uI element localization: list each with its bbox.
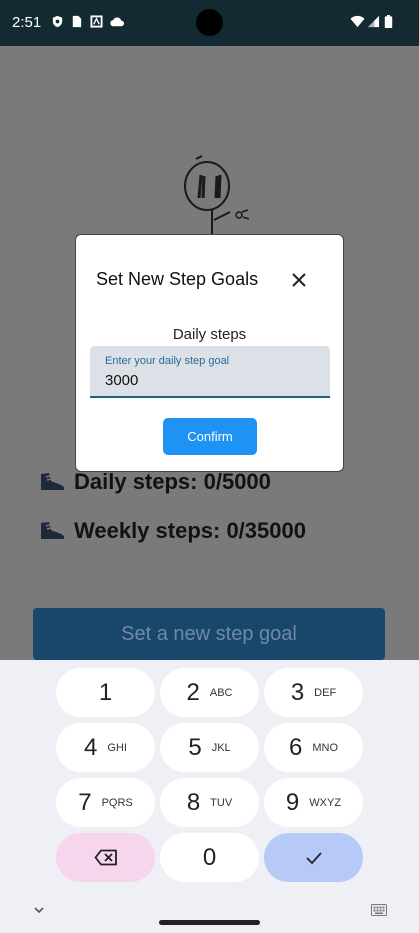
close-icon xyxy=(292,273,306,287)
shoe-icon xyxy=(41,473,64,490)
close-button[interactable] xyxy=(288,269,310,291)
key-4[interactable]: 4 GHI xyxy=(56,723,155,772)
backspace-icon xyxy=(94,849,117,866)
nfc-icon xyxy=(90,15,103,28)
numeric-keyboard: 1 2 ABC 3 DEF 4 GHI 5 JKL 6 MNO 7 PQRS 8 TUV 9W… xyxy=(0,660,419,933)
daily-step-goal-field[interactable]: Enter your daily step goal 3000 xyxy=(90,346,330,398)
key-2[interactable]: 2 ABC xyxy=(160,668,259,717)
daily-steps-text: Daily steps: 0/5000 xyxy=(74,469,271,494)
key-9[interactable]: 9 WXYZ xyxy=(264,778,363,827)
field-label: Enter your daily step goal xyxy=(105,355,230,367)
shield-icon xyxy=(52,15,63,28)
battery-icon xyxy=(384,15,393,28)
shoe-icon xyxy=(41,522,64,539)
gesture-handle xyxy=(159,920,260,925)
keyboard-icon[interactable] xyxy=(371,904,387,916)
status-bar: 2:51 xyxy=(0,0,419,46)
weekly-steps-row: Weekly steps: 0/35000 xyxy=(38,518,306,544)
camera-cutout xyxy=(196,9,223,36)
daily-steps-row: Daily steps: 0/5000 xyxy=(38,469,271,495)
sim-card-icon xyxy=(72,15,82,28)
status-time: 2:51 xyxy=(12,14,42,31)
weekly-steps-text: Weekly steps: 0/35000 xyxy=(74,518,306,543)
signal-icon xyxy=(367,15,380,28)
backspace-key[interactable] xyxy=(56,833,155,882)
key-3[interactable]: 3 DEF xyxy=(264,668,363,717)
key-0[interactable]: 0 xyxy=(160,833,259,882)
wifi-icon xyxy=(350,15,365,28)
set-step-goal-button[interactable]: Set a new step goal xyxy=(33,608,385,660)
confirm-button[interactable]: Confirm xyxy=(163,418,257,455)
dialog-title: Set New Step Goals xyxy=(96,269,259,289)
stick-figure-illustration xyxy=(184,155,250,234)
check-icon xyxy=(305,851,322,864)
key-6[interactable]: 6 MNO xyxy=(264,723,363,772)
key-1[interactable]: 1 xyxy=(56,668,155,717)
cloud-icon xyxy=(110,17,124,27)
step-goal-dialog: Set New Step Goals Daily steps Enter you… xyxy=(75,234,344,472)
key-5[interactable]: 5 JKL xyxy=(160,723,259,772)
key-8[interactable]: 8 TUV xyxy=(160,778,259,827)
done-key[interactable] xyxy=(264,833,363,882)
field-value[interactable]: 3000 xyxy=(105,372,138,389)
key-7[interactable]: 7 PQRS xyxy=(56,778,155,827)
daily-steps-label: Daily steps xyxy=(172,326,247,343)
chevron-down-icon[interactable] xyxy=(32,903,46,917)
